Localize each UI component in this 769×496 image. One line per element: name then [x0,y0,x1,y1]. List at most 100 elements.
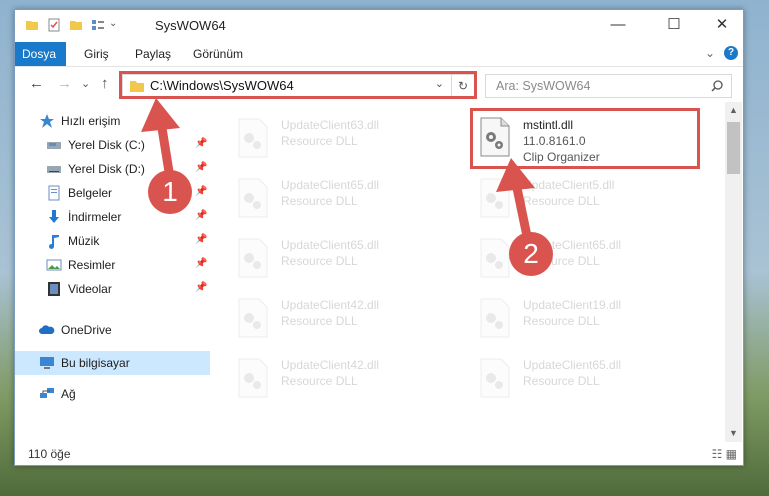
back-button[interactable]: ← [29,75,44,92]
step-marker-2: 2 [509,232,553,276]
network-icon [40,388,54,398]
search-box[interactable]: Ara: SysWOW64 [485,74,732,98]
sidebar-item-label: İndirmeler [68,210,122,224]
up-button[interactable]: ↑ [101,75,109,92]
title-bar: ⌄ SysWOW64 — ☐ ✕ [15,10,743,42]
ribbon-tabs: Dosya Giriş Paylaş Görünüm ⌄ ? [15,42,743,67]
file-name: UpdateClient42.dll [281,358,380,372]
sidebar-item-videos[interactable]: Videolar 📌 [15,278,210,300]
properties-icon[interactable] [47,18,61,32]
search-icon[interactable] [710,79,724,93]
sidebar-item-label: Yerel Disk (D:) [68,162,145,176]
computer-icon [40,357,54,369]
sidebar-item-label: Videolar [68,282,112,296]
sidebar-item-label: Müzik [68,234,100,248]
new-folder-icon[interactable] [69,18,83,32]
file-name: UpdateClient65.dll [281,238,380,252]
list-item[interactable]: UpdateClient42.dll Resource DLL [235,352,455,402]
pin-icon[interactable]: 📌 [195,282,207,293]
list-item[interactable]: UpdateClient19.dll Resource DLL [477,292,697,342]
list-item[interactable]: UpdateClient63.dll Resource DLL [235,112,455,162]
sidebar-item-label: OneDrive [61,323,112,337]
download-icon [49,210,59,223]
sidebar-item-quick-access[interactable]: Hızlı erişim [15,110,210,132]
dll-file-icon [238,298,268,338]
file-list: UpdateClient63.dll Resource DLL UpdateCl… [215,102,725,442]
folder-icon[interactable] [25,18,39,32]
list-item[interactable]: UpdateClient65.dll Resource DLL [235,172,455,222]
file-type: Resource DLL [523,194,600,208]
status-bar: 110 öğe ☷ ▦ [15,443,743,465]
sidebar-item-label: Bu bilgisayar [61,356,130,370]
pin-icon[interactable]: 📌 [195,210,207,221]
documents-icon [48,185,60,201]
music-icon [49,235,59,249]
file-type: Resource DLL [281,314,358,328]
drive-icon [47,142,61,149]
file-name: UpdateClient5.dll [523,178,615,192]
list-item[interactable]: UpdateClient65.dll Resource DLL [477,352,697,402]
sidebar-item-this-pc[interactable]: Bu bilgisayar [15,351,210,375]
list-item[interactable]: UpdateClient65.dll Resource DLL [235,232,455,282]
sidebar-item-network[interactable]: Ağ [15,383,210,405]
dll-file-icon [480,358,510,398]
scroll-up-icon[interactable]: ▲ [725,102,742,119]
recent-locations-button[interactable]: ⌄ [81,77,90,90]
list-item[interactable]: UpdateClient5.dll Resource DLL [477,172,697,222]
customize-toolbar-icon[interactable]: ⌄ [109,18,117,29]
window-title: SysWOW64 [155,18,226,33]
close-button[interactable]: ✕ [707,14,737,36]
file-name: UpdateClient63.dll [281,118,380,132]
sidebar-item-label: Ağ [61,387,76,401]
tab-home[interactable]: Giriş [74,42,119,66]
tab-file[interactable]: Dosya [15,42,66,66]
drive-icon [47,166,61,173]
cloud-icon [39,325,55,334]
pin-icon[interactable]: 📌 [195,186,207,197]
step-marker-1: 1 [148,170,192,214]
tab-share[interactable]: Paylaş [125,42,181,66]
sidebar-item-music[interactable]: Müzik 📌 [15,230,210,252]
forward-button[interactable]: → [57,75,72,92]
pin-icon[interactable]: 📌 [195,138,207,149]
pin-icon[interactable]: 📌 [195,234,207,245]
search-placeholder: Ara: SysWOW64 [496,79,591,93]
expand-ribbon-icon[interactable]: ⌄ [705,46,715,60]
file-name: UpdateClient19.dll [523,298,622,312]
scroll-down-icon[interactable]: ▼ [725,425,742,442]
address-highlight-box [119,71,477,99]
item-count: 110 öğe [28,447,71,461]
pictures-icon [46,259,62,271]
sidebar-item-label: Hızlı erişim [61,114,121,128]
dll-file-icon [480,298,510,338]
videos-icon [48,282,60,296]
sidebar-item-pictures[interactable]: Resimler 📌 [15,254,210,276]
vertical-scrollbar[interactable]: ▲ ▼ [725,102,742,442]
file-type: Resource DLL [523,374,600,388]
tab-view[interactable]: Görünüm [183,42,253,66]
file-type: Resource DLL [281,194,358,208]
sidebar-item-local-disk-c[interactable]: Yerel Disk (C:) 📌 [15,134,210,156]
list-item[interactable]: UpdateClient42.dll Resource DLL [235,292,455,342]
dll-file-icon [480,238,510,278]
dll-file-icon [238,238,268,278]
scroll-thumb[interactable] [727,122,740,174]
file-name: UpdateClient65.dll [281,178,380,192]
minimize-button[interactable]: — [603,14,633,36]
file-type: Resource DLL [281,134,358,148]
dll-file-icon [238,358,268,398]
sidebar-item-onedrive[interactable]: OneDrive [15,319,210,341]
dll-file-icon [238,178,268,218]
file-name: UpdateClient65.dll [523,358,622,372]
help-icon[interactable]: ? [724,46,738,60]
file-type: Resource DLL [523,314,600,328]
view-toggle-icons[interactable]: ☷ ▦ [712,447,737,461]
maximize-button[interactable]: ☐ [659,14,689,36]
file-name: UpdateClient42.dll [281,298,380,312]
pin-icon[interactable]: 📌 [195,162,207,173]
pin-icon[interactable]: 📌 [195,258,207,269]
explorer-window: ⌄ SysWOW64 — ☐ ✕ Dosya Giriş Paylaş Görü… [14,9,744,466]
sidebar-item-label: Resimler [68,258,116,272]
file-type: Resource DLL [281,374,358,388]
view-menu-icon[interactable] [91,18,105,32]
